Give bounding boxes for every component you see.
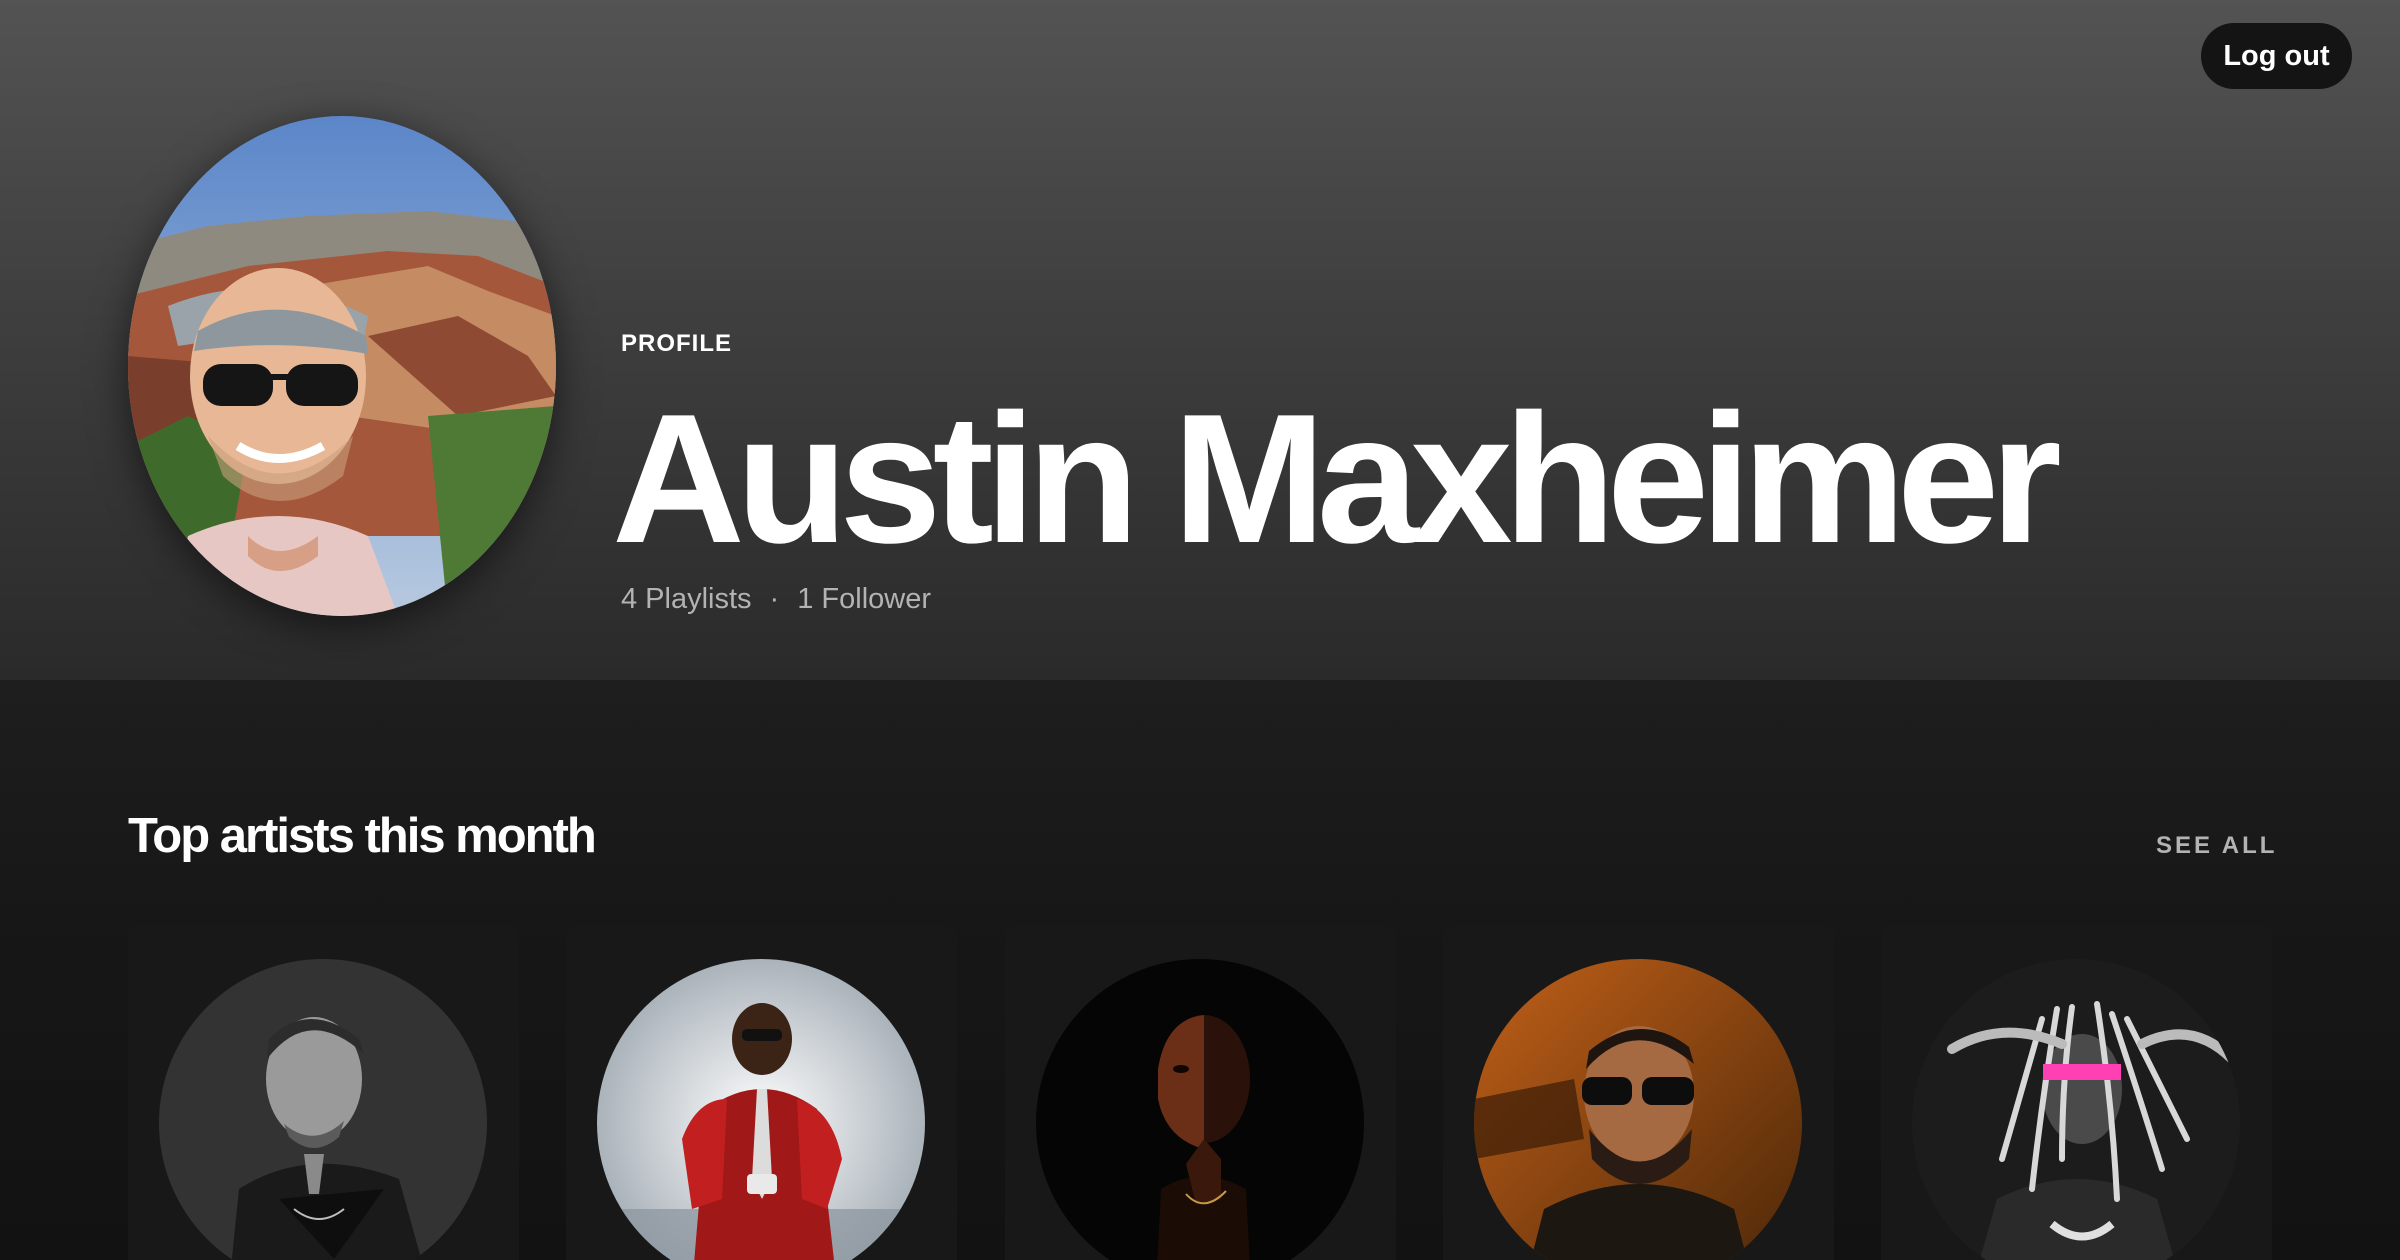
profile-name: Austin Maxheimer [612,375,2062,581]
artist-photo [159,959,487,1260]
artist-card[interactable] [1443,926,1834,1260]
profile-stats: 4 Playlists · 1 Follower [621,583,931,616]
profile-header: Log out PROFILE Austin Maxheimer 4 Playl… [0,0,2400,680]
artist-card[interactable] [128,926,519,1260]
avatar-photo [128,116,556,616]
artist-photo-5 [1912,959,2240,1260]
section-title: Top artists this month [128,809,597,863]
artist-card[interactable] [1881,926,2272,1260]
artist-photo-2 [597,959,925,1260]
stats-separator: · [769,583,780,615]
profile-avatar [128,116,556,616]
artist-photo-4 [1474,959,1802,1260]
artist-photo-1 [159,959,487,1260]
followers-count-link[interactable]: 1 Follower [797,583,931,616]
logout-button[interactable]: Log out [2201,23,2352,89]
artist-photo [1036,959,1364,1260]
artist-card[interactable] [1005,926,1396,1260]
playlists-count-link[interactable]: 4 Playlists [621,583,752,616]
artist-photo [597,959,925,1260]
see-all-link[interactable]: SEE ALL [2156,832,2277,860]
profile-page: Log out PROFILE Austin Maxheimer 4 Playl… [0,0,2400,1260]
artist-photo [1474,959,1802,1260]
profile-type-label: PROFILE [621,330,733,357]
artist-photo-3 [1036,959,1364,1260]
artist-photo [1912,959,2240,1260]
artist-card[interactable] [566,926,957,1260]
